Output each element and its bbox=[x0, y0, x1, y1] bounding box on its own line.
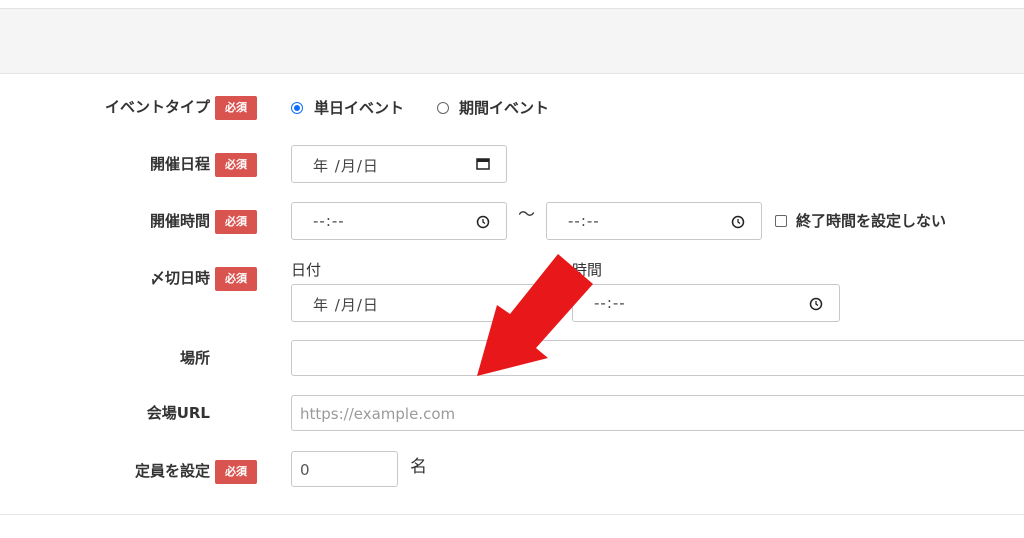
red-arrow-annotation bbox=[477, 254, 593, 376]
arrow-shape bbox=[477, 254, 593, 376]
